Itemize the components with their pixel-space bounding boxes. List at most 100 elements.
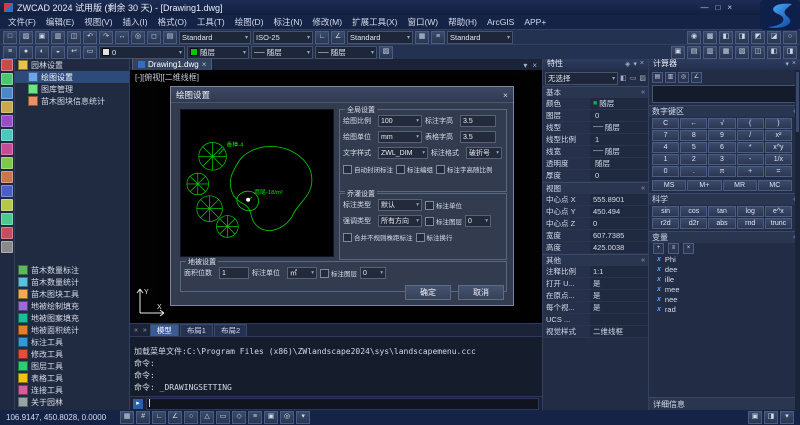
- property-row[interactable]: 宽度 607.7385: [543, 230, 648, 242]
- layout-tab[interactable]: 模型: [150, 324, 179, 336]
- tool-icon[interactable]: [1, 241, 13, 253]
- command-history[interactable]: 加载菜单文件:C:\Program Files (x86)\ZWlandscap…: [130, 336, 542, 396]
- memory-key[interactable]: MR: [723, 180, 757, 191]
- calc-key[interactable]: 7: [652, 130, 679, 141]
- sci-key[interactable]: cos: [680, 206, 707, 217]
- menu-item[interactable]: 扩展工具(X): [347, 16, 402, 28]
- plot-preview-icon[interactable]: ◫: [67, 31, 81, 44]
- variable-row[interactable]: x mee: [649, 284, 800, 294]
- measure-angle-icon[interactable]: ∠: [691, 72, 702, 83]
- property-row[interactable]: 线宽 ──随层: [543, 146, 648, 158]
- minimize-button[interactable]: —: [700, 3, 708, 12]
- layout-tab[interactable]: 布局1: [180, 324, 213, 336]
- calc-key[interactable]: √: [708, 118, 735, 129]
- snap-icon[interactable]: ▦: [120, 411, 134, 424]
- layout-tab[interactable]: 布局2: [214, 324, 247, 336]
- section-view[interactable]: 视图«: [543, 182, 648, 194]
- osnap-icon[interactable]: ○: [184, 411, 198, 424]
- variable-row[interactable]: x dee: [649, 264, 800, 274]
- calc-key[interactable]: -: [737, 154, 764, 165]
- panel-icon[interactable]: ◧: [767, 46, 781, 59]
- tree-tool-item[interactable]: 苗木数量标注: [15, 264, 129, 276]
- tool-icon[interactable]: [1, 227, 13, 239]
- zoom-icon[interactable]: ◎: [131, 31, 145, 44]
- grid-icon[interactable]: #: [136, 411, 150, 424]
- sci-key[interactable]: rnd: [737, 218, 764, 229]
- tool-icon[interactable]: [1, 115, 13, 127]
- calc-key[interactable]: *: [737, 142, 764, 153]
- viewport-controls[interactable]: [-][俯视][二维线框]: [135, 72, 199, 83]
- dyn-icon[interactable]: ◇: [232, 411, 246, 424]
- variable-row[interactable]: x rad: [649, 304, 800, 314]
- layer-off-icon[interactable]: ●: [19, 46, 33, 59]
- property-row[interactable]: 打开 U... 是: [543, 278, 648, 290]
- table-style-combo[interactable]: Standard▾: [347, 31, 413, 44]
- menu-item[interactable]: 窗口(W): [402, 16, 443, 28]
- calc-scrollbar[interactable]: [795, 70, 800, 410]
- calc-key[interactable]: =: [765, 166, 792, 177]
- ground-layer-select[interactable]: 0▾: [360, 267, 386, 279]
- sci-key[interactable]: trunc: [765, 218, 792, 229]
- property-row[interactable]: 在原点... 是: [543, 290, 648, 302]
- tree-tool-item[interactable]: 苗木图块工具: [15, 288, 129, 300]
- calc-key[interactable]: 5: [680, 142, 707, 153]
- undo-icon[interactable]: ↶: [83, 31, 97, 44]
- match-properties-icon[interactable]: ▨: [379, 46, 393, 59]
- panel-icon[interactable]: ◫: [751, 46, 765, 59]
- layer-freeze-icon[interactable]: ◐: [35, 46, 49, 59]
- toggle-pickadd-icon[interactable]: ◧: [620, 74, 627, 82]
- panel-icon[interactable]: ○: [783, 31, 797, 44]
- tree-tool-item[interactable]: 关于园林: [15, 396, 129, 408]
- calc-key[interactable]: 6: [708, 142, 735, 153]
- ortho-icon[interactable]: ∟: [152, 411, 166, 424]
- calc-key[interactable]: x^y: [765, 142, 792, 153]
- dialog-titlebar[interactable]: 绘图设置 ×: [171, 87, 513, 103]
- tool-icon[interactable]: [1, 129, 13, 141]
- tab-close-icon[interactable]: ×: [202, 60, 207, 69]
- variable-row[interactable]: x ille: [649, 274, 800, 284]
- panel-icon[interactable]: ◧: [719, 31, 733, 44]
- workspace-icon[interactable]: ▣: [748, 411, 762, 424]
- area-unit-select[interactable]: ㎡▾: [287, 267, 317, 279]
- layer-previous-icon[interactable]: ↩: [67, 46, 81, 59]
- calc-key[interactable]: 3: [708, 154, 735, 165]
- panel-icon[interactable]: ▣: [671, 46, 685, 59]
- layer-combo[interactable]: 0▾: [99, 46, 185, 59]
- panel-icon[interactable]: ▩: [703, 31, 717, 44]
- section-basic[interactable]: 基本«: [543, 86, 648, 98]
- tool-icon[interactable]: [1, 213, 13, 225]
- calc-key[interactable]: π: [708, 166, 735, 177]
- property-row[interactable]: 中心点 Z 0: [543, 218, 648, 230]
- status-menu-icon[interactable]: ▾: [780, 411, 794, 424]
- menu-item[interactable]: ArcGIS: [482, 17, 519, 27]
- ok-button[interactable]: 确定: [405, 285, 451, 300]
- tool-icon[interactable]: [1, 143, 13, 155]
- menu-item[interactable]: 编辑(E): [41, 16, 79, 28]
- sci-key[interactable]: r2d: [652, 218, 679, 229]
- tool-icon[interactable]: [1, 185, 13, 197]
- calc-key[interactable]: ): [765, 118, 792, 129]
- calculator-display[interactable]: [652, 85, 796, 103]
- transparency-icon[interactable]: ▣: [264, 411, 278, 424]
- dim-height-scale-checkbox[interactable]: 标注字高随比例: [436, 164, 493, 174]
- model-canvas[interactable]: [-][俯视][二维线框] Y X 绘图设置 ×: [130, 70, 542, 323]
- calc-key[interactable]: /: [737, 130, 764, 141]
- lineweight-combo[interactable]: ── 随层▾: [315, 46, 377, 59]
- tool-icon[interactable]: [1, 87, 13, 99]
- property-row[interactable]: 注释比例 1:1: [543, 266, 648, 278]
- property-row[interactable]: UCS ...: [543, 314, 648, 326]
- section-variables[interactable]: 变量«: [649, 231, 800, 243]
- panel-icon[interactable]: ▧: [735, 46, 749, 59]
- menu-item[interactable]: 插入(I): [118, 16, 153, 28]
- dim-layer-select[interactable]: 0▾: [465, 215, 491, 227]
- tool-icon[interactable]: [1, 101, 13, 113]
- sci-key[interactable]: abs: [708, 218, 735, 229]
- panel-icon[interactable]: ◨: [783, 46, 797, 59]
- clear-icon[interactable]: ▤: [652, 72, 663, 83]
- tool-icon[interactable]: [1, 199, 13, 211]
- redo-icon[interactable]: ↷: [99, 31, 113, 44]
- calc-key[interactable]: 4: [652, 142, 679, 153]
- property-row[interactable]: 颜色 ■随层: [543, 98, 648, 110]
- dim-style-combo[interactable]: ISO-25▾: [253, 31, 313, 44]
- calc-key[interactable]: .: [680, 166, 707, 177]
